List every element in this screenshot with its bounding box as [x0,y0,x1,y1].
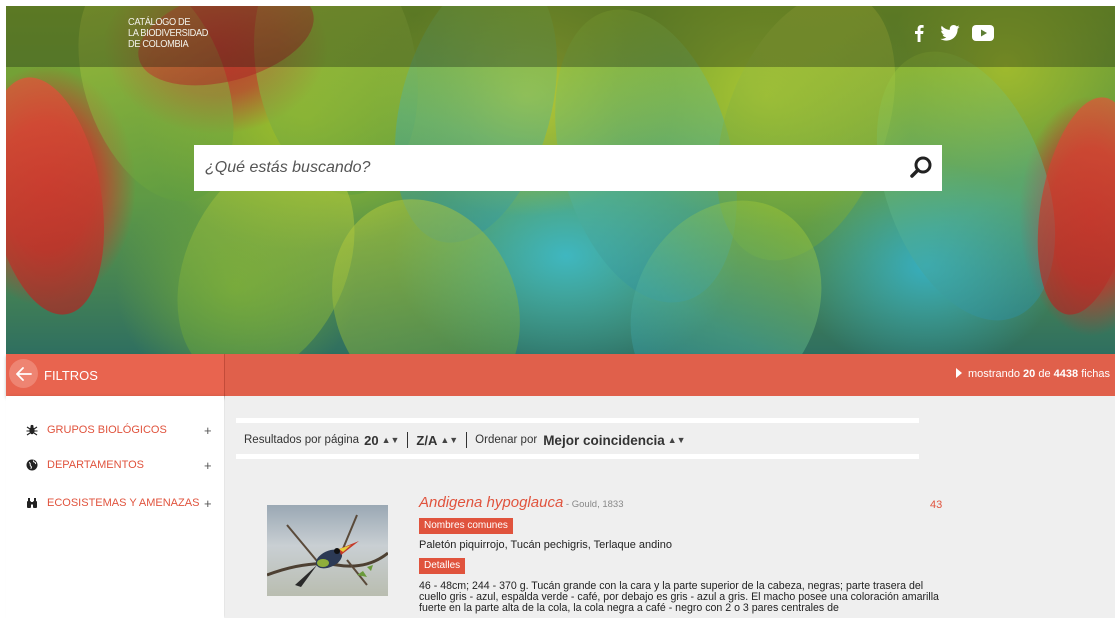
youtube-icon[interactable] [970,25,996,41]
sort-arrows-icon[interactable]: ▲▼ [668,435,686,445]
binoculars-icon [26,497,38,509]
sidebar-item-ecosistemas[interactable]: ECOSISTEMAS Y AMENAZAS + [6,493,224,513]
sidebar-item-departamentos[interactable]: DEPARTAMENTOS + [6,455,224,475]
species-thumbnail[interactable] [267,505,388,596]
order-select[interactable]: Mejor coincidencia [543,433,665,448]
result-count-badge: 43 [930,499,943,511]
sort-direction-select[interactable]: Z/A [416,433,437,448]
details-text: 46 - 48cm; 244 - 370 g. Tucán grande con… [419,580,939,614]
logo-line-3: DE COLOMBIA [128,38,189,50]
filters-sidebar: GRUPOS BIOLÓGICOS + DEPARTAMENTOS + ECOS… [6,396,224,618]
result-title[interactable]: Andigena hypoglauca - Gould, 1833 [419,494,624,511]
divider [407,432,409,448]
divider [236,418,919,423]
sidebar-item-label: GRUPOS BIOLÓGICOS [47,424,167,436]
results-total: 4438 [1053,368,1079,380]
expand-plus-icon[interactable]: + [204,496,212,511]
facebook-icon[interactable] [908,24,930,42]
sidebar-item-label: DEPARTAMENTOS [47,459,144,471]
divider [466,432,468,448]
twitter-icon[interactable] [930,25,970,41]
search-bar [194,145,942,191]
search-icon[interactable] [908,155,934,181]
per-page-select[interactable]: 20 [364,433,378,448]
globe-icon [26,459,38,471]
details-tag: Detalles [419,558,466,574]
sidebar-item-grupos-biologicos[interactable]: GRUPOS BIOLÓGICOS + [6,420,224,440]
species-name[interactable]: Andigena hypoglauca [419,494,563,511]
order-label: Ordenar por [475,434,538,446]
filters-header: FILTROS [6,354,224,396]
search-input[interactable] [194,148,885,188]
hero-banner: CATÁLOGO DE LA BIODIVERSIDAD DE COLOMBIA [6,6,1115,354]
sort-arrows-icon[interactable]: ▲▼ [440,435,458,445]
filter-bar: FILTROS mostrando 20 de 4438 fichas [6,354,1115,396]
per-page-label: Resultados por página [244,434,360,446]
social-links [908,24,996,42]
expand-plus-icon[interactable]: + [204,458,212,473]
triangle-icon [956,368,962,378]
results-prefix: mostrando [968,368,1020,380]
divider [236,454,919,459]
sort-arrows-icon[interactable]: ▲▼ [382,435,400,445]
species-author: - Gould, 1833 [563,499,624,510]
common-names-text: Paletón piquirrojo, Tucán pechigris, Ter… [419,539,672,551]
filters-title: FILTROS [44,368,98,383]
common-names-tag: Nombres comunes [419,518,513,534]
results-middle: de [1038,368,1051,380]
results-panel: Resultados por página 20 ▲▼ Z/A ▲▼ Orden… [225,396,1115,618]
results-controls: Resultados por página 20 ▲▼ Z/A ▲▼ Orden… [244,432,686,448]
results-suffix: fichas [1081,368,1110,380]
divider [224,354,225,396]
results-count: mostrando 20 de 4438 fichas [956,368,1110,380]
bug-icon [26,424,38,436]
expand-plus-icon[interactable]: + [204,423,212,438]
back-arrow-icon[interactable] [9,359,38,388]
site-logo[interactable]: CATÁLOGO DE LA BIODIVERSIDAD DE COLOMBIA [128,17,208,50]
sidebar-item-label: ECOSISTEMAS Y AMENAZAS [47,497,200,509]
results-shown: 20 [1023,368,1036,380]
